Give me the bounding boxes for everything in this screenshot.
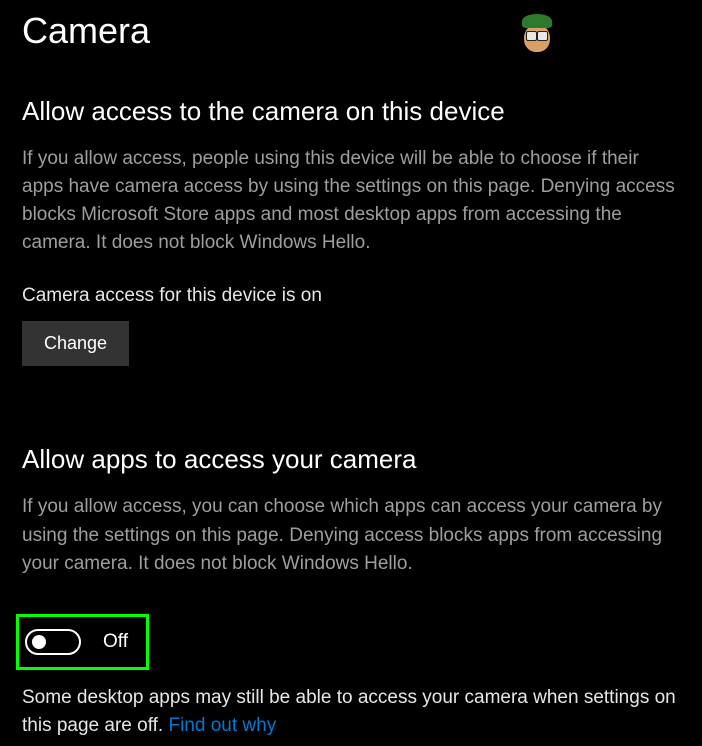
avatar	[516, 14, 558, 56]
apps-access-description: If you allow access, you can choose whic…	[22, 493, 682, 577]
apps-access-note: Some desktop apps may still be able to a…	[22, 684, 682, 740]
page-title: Camera	[22, 10, 682, 52]
apps-access-toggle-label: Off	[103, 631, 128, 653]
find-out-why-link[interactable]: Find out why	[168, 715, 276, 736]
apps-access-note-text: Some desktop apps may still be able to a…	[22, 687, 676, 736]
apps-access-toggle-container: Off	[16, 614, 149, 670]
device-access-status: Camera access for this device is on	[22, 285, 682, 307]
apps-access-heading: Allow apps to access your camera	[22, 444, 682, 475]
device-access-description: If you allow access, people using this d…	[22, 145, 682, 257]
apps-access-toggle[interactable]	[25, 629, 81, 655]
toggle-knob-icon	[32, 635, 46, 649]
device-access-heading: Allow access to the camera on this devic…	[22, 96, 682, 127]
change-button[interactable]: Change	[22, 321, 129, 366]
